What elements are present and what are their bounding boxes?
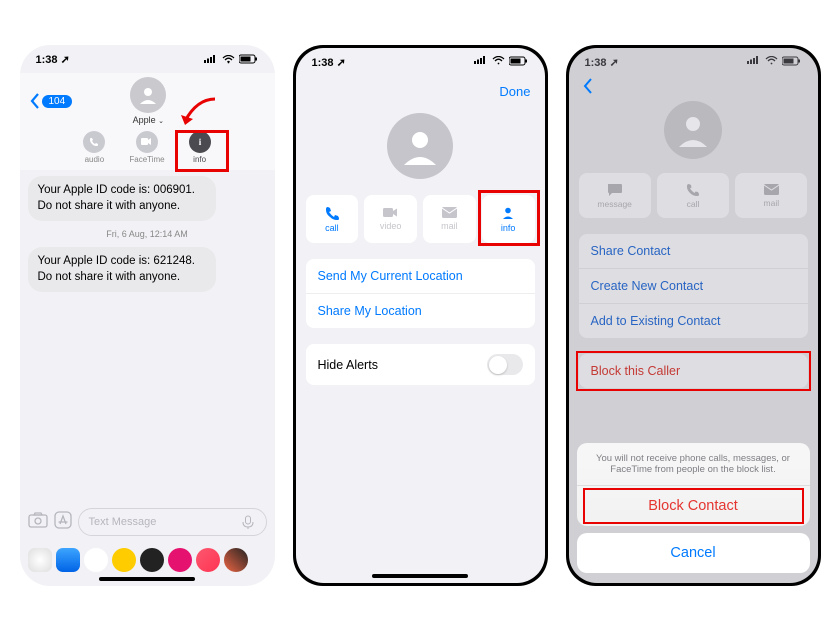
add-existing-button[interactable]: Add to Existing Contact [579, 304, 808, 338]
phone-2-contact-info: 1:38 ➚ Done call video [293, 45, 548, 586]
status-time: 1:38 ➚ [36, 53, 70, 66]
camera-icon[interactable] [28, 512, 48, 533]
app-icon[interactable] [140, 548, 164, 572]
message-bubble[interactable]: Your Apple ID code is: 621248. Do not sh… [28, 247, 216, 292]
call-button[interactable]: call [657, 173, 729, 218]
contact-avatar[interactable] [130, 77, 166, 113]
phone-3-block-contact: 1:38 ➚ message ca [566, 45, 821, 586]
conversation-header: 104 Apple ⌄ audio FaceTime [20, 73, 275, 170]
contact-options: Share Contact Create New Contact Add to … [579, 234, 808, 338]
back-button[interactable]: 104 [30, 93, 73, 109]
signal-icon [747, 56, 761, 68]
video-icon [383, 208, 398, 218]
highlight-box-block-contact [583, 488, 804, 524]
block-contact-button[interactable]: Block Contact [577, 486, 810, 526]
app-drawer[interactable] [20, 548, 275, 572]
signal-icon [204, 55, 218, 64]
cancel-button[interactable]: Cancel [577, 533, 810, 573]
video-button[interactable]: video [364, 195, 417, 243]
audio-button[interactable]: audio [83, 131, 105, 164]
highlight-box-info [175, 130, 229, 172]
status-time: 1:38 ➚ [585, 56, 619, 69]
text-input[interactable]: Text Message [78, 508, 267, 536]
timestamp: Fri, 6 Aug, 12:14 AM [28, 229, 267, 239]
contact-avatar[interactable] [664, 101, 722, 159]
battery-icon [239, 54, 259, 64]
message-bubble[interactable]: Your Apple ID code is: 006901. Do not sh… [28, 176, 216, 221]
appstore-icon[interactable] [54, 511, 72, 534]
location-options: Send My Current Location Share My Locati… [306, 259, 535, 328]
highlight-box-info [478, 190, 540, 246]
done-button[interactable]: Done [296, 76, 545, 107]
app-icon[interactable] [28, 548, 52, 572]
phone-1-messages: 1:38 ➚ 104 Apple ⌄ [20, 45, 275, 586]
message-icon [607, 183, 622, 196]
app-icon[interactable] [168, 548, 192, 572]
message-list: Your Apple ID code is: 006901. Do not sh… [20, 170, 275, 306]
phone-icon [325, 206, 339, 220]
hide-alerts-label: Hide Alerts [318, 358, 378, 372]
hide-alerts-toggle[interactable] [487, 354, 523, 375]
mail-button[interactable]: mail [735, 173, 807, 218]
status-bar: 1:38 ➚ [20, 45, 275, 73]
message-button[interactable]: message [579, 173, 651, 218]
mail-icon [442, 207, 457, 218]
wifi-icon [765, 56, 778, 68]
app-icon[interactable] [84, 548, 108, 572]
app-icon[interactable] [224, 548, 248, 572]
app-icon[interactable] [112, 548, 136, 572]
highlight-box-block-caller [576, 351, 811, 391]
facetime-button[interactable]: FaceTime [129, 131, 164, 164]
mic-icon[interactable] [240, 514, 256, 530]
sheet-message: You will not receive phone calls, messag… [577, 443, 810, 486]
battery-icon [509, 56, 529, 69]
status-bar: 1:38 ➚ [569, 48, 818, 76]
send-location-button[interactable]: Send My Current Location [306, 259, 535, 294]
mail-button[interactable]: mail [423, 195, 476, 243]
unread-count: 104 [42, 95, 73, 108]
share-location-button[interactable]: Share My Location [306, 294, 535, 328]
call-button[interactable]: call [306, 195, 359, 243]
status-time: 1:38 ➚ [312, 56, 346, 69]
status-bar: 1:38 ➚ [296, 48, 545, 76]
home-indicator[interactable] [372, 574, 468, 578]
phone-icon [686, 183, 699, 196]
wifi-icon [222, 55, 235, 64]
hide-alerts-row: Hide Alerts [306, 344, 535, 385]
home-indicator[interactable] [99, 577, 195, 581]
signal-icon [474, 56, 488, 68]
share-contact-button[interactable]: Share Contact [579, 234, 808, 269]
app-icon[interactable] [56, 548, 80, 572]
app-icon[interactable] [196, 548, 220, 572]
back-button[interactable] [569, 76, 818, 99]
annotation-arrow [179, 97, 219, 136]
contact-avatar[interactable] [387, 113, 453, 179]
action-sheet: You will not receive phone calls, messag… [577, 443, 810, 573]
message-input-bar: Text Message [20, 504, 275, 540]
mail-icon [764, 184, 779, 195]
block-caller-button[interactable]: Block this Caller [579, 354, 808, 388]
create-contact-button[interactable]: Create New Contact [579, 269, 808, 304]
wifi-icon [492, 56, 505, 68]
battery-icon [782, 56, 802, 69]
